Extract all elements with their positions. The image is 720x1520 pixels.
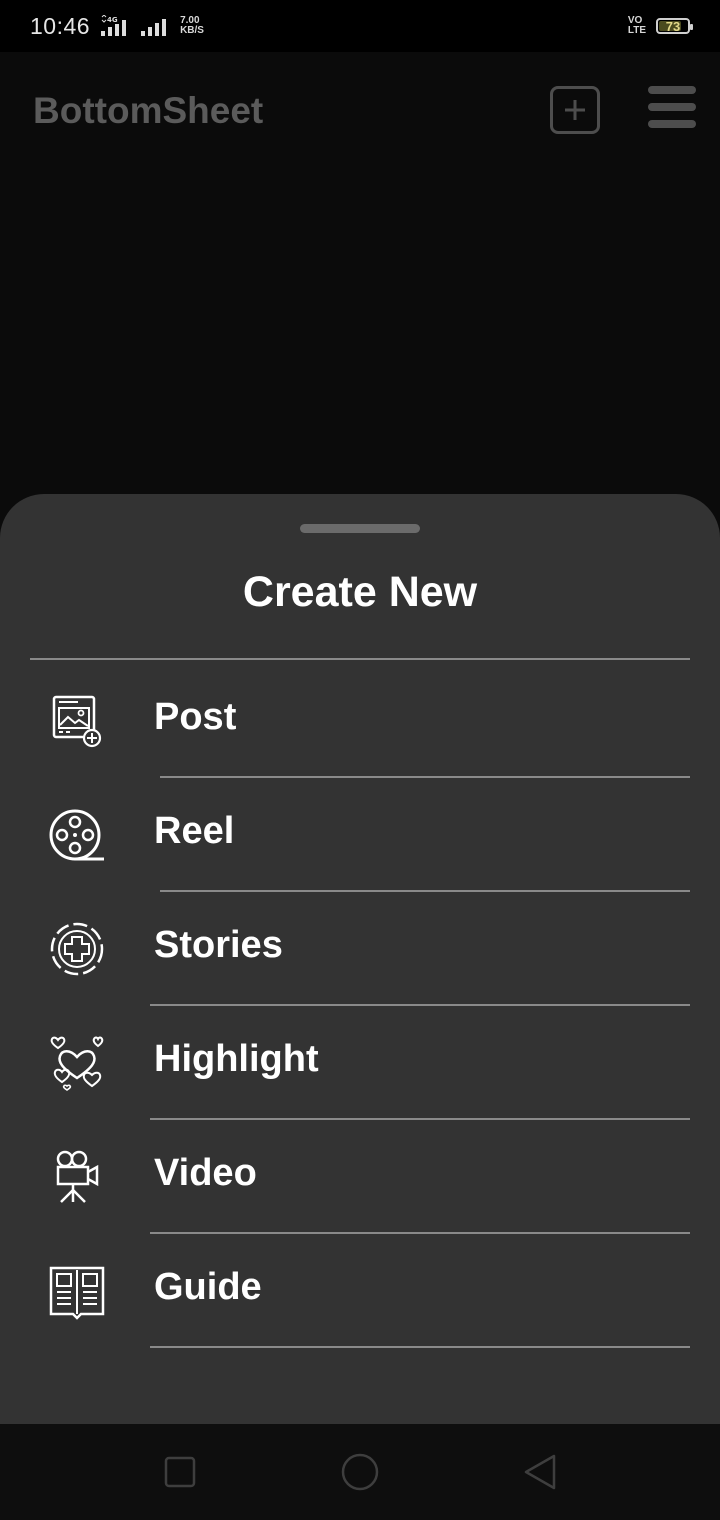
story-plus-icon xyxy=(50,922,104,976)
divider xyxy=(30,658,690,660)
add-button[interactable] xyxy=(550,86,600,134)
drag-handle[interactable] xyxy=(300,524,420,533)
menu-item-label: Video xyxy=(154,1152,257,1194)
app-bar: BottomSheet xyxy=(0,52,720,170)
hearts-icon xyxy=(50,1036,104,1091)
signal-4g-icon: 4G xyxy=(101,15,127,36)
film-reel-icon xyxy=(49,809,104,861)
battery-icon: 73 xyxy=(656,18,693,34)
status-bar: 10:46 4G 7.00 KB/S VO LTE 73 xyxy=(0,0,720,52)
network-speed: 7.00 KB/S xyxy=(180,15,204,36)
menu-item-highlight[interactable]: Highlight xyxy=(0,1006,720,1120)
divider xyxy=(150,1346,690,1348)
menu-item-label: Highlight xyxy=(154,1038,319,1080)
menu-item-label: Stories xyxy=(154,924,283,966)
book-icon xyxy=(49,1266,105,1320)
battery-level: 73 xyxy=(665,18,681,34)
plus-square-icon xyxy=(565,100,585,120)
menu-item-label: Guide xyxy=(154,1266,262,1308)
hamburger-icon xyxy=(648,86,696,94)
video-camera-icon xyxy=(56,1150,99,1203)
menu-item-label: Post xyxy=(154,696,237,738)
home-button[interactable] xyxy=(341,1453,379,1491)
sheet-title: Create New xyxy=(242,568,478,616)
clock: 10:46 xyxy=(30,12,91,39)
hamburger-menu-button[interactable] xyxy=(648,86,696,132)
recents-button[interactable] xyxy=(164,1456,196,1488)
svg-text:4G: 4G xyxy=(107,16,118,24)
navigation-bar xyxy=(0,1424,720,1520)
menu-item-label: Reel xyxy=(154,810,235,852)
signal-icon xyxy=(141,19,167,36)
bottom-sheet: Create New Post Reel Stories Highlight V… xyxy=(0,494,720,1424)
menu-item-guide[interactable]: Guide xyxy=(0,1234,720,1348)
menu-item-video[interactable]: Video xyxy=(0,1120,720,1234)
menu-item-stories[interactable]: Stories xyxy=(0,892,720,1006)
image-post-icon xyxy=(52,695,102,748)
menu-item-reel[interactable]: Reel xyxy=(0,778,720,892)
volte-indicator: VO LTE xyxy=(627,15,646,36)
menu-item-post[interactable]: Post xyxy=(0,664,720,778)
app-title: BottomSheet xyxy=(33,90,264,131)
back-button[interactable] xyxy=(522,1453,558,1491)
